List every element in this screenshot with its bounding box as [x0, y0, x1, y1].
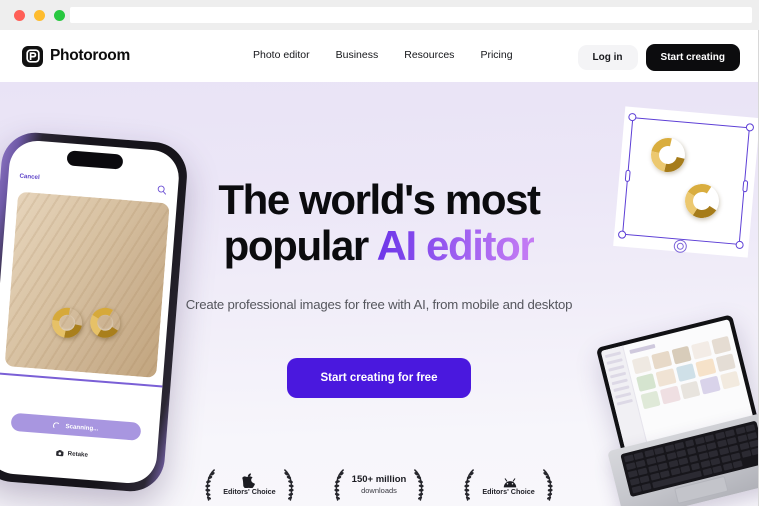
close-window-button[interactable] — [14, 9, 25, 21]
browser-titlebar — [0, 0, 759, 30]
resize-handle-left[interactable] — [624, 169, 631, 183]
phone-scanning-button[interactable]: Scanning... — [10, 412, 142, 441]
spinner-icon — [53, 421, 61, 430]
laptop-sidebar-row — [604, 351, 622, 359]
phone-body: Cancel Scanning... Retake — [0, 130, 190, 494]
award-content: Editors' Choice — [482, 473, 535, 497]
resize-handle-top-left[interactable] — [628, 112, 637, 122]
earring-right — [87, 304, 124, 341]
gallery-thumb — [640, 390, 661, 410]
laptop-sidebar-row — [608, 364, 625, 372]
award-downloads: 150+ million downloads — [331, 468, 428, 502]
award-label: Editors' Choice — [482, 487, 535, 497]
headline-accent: AI editor — [376, 222, 536, 269]
gallery-thumb — [695, 358, 716, 378]
login-button[interactable]: Log in — [577, 45, 638, 70]
gallery-thumb — [631, 355, 653, 375]
start-creating-for-free-button[interactable]: Start creating for free — [286, 358, 472, 398]
gallery-thumb — [680, 380, 701, 400]
laurel-right-icon — [282, 468, 297, 502]
phone-mockup: Cancel Scanning... Retake — [0, 130, 190, 494]
phone-photo-preview — [4, 191, 170, 378]
laurel-right-icon — [412, 468, 427, 502]
laptop-sidebar-row — [606, 358, 623, 365]
photoroom-logo-icon — [22, 45, 43, 67]
traffic-lights — [14, 9, 65, 21]
phone-retake-button[interactable]: Retake — [0, 438, 157, 469]
brand-logo[interactable]: Photoroom — [22, 45, 130, 67]
nav-link-photo-editor[interactable]: Photo editor — [253, 49, 310, 61]
laptop-sidebar-row — [611, 378, 628, 386]
awards-row: Editors' Choice 150+ million downloads E… — [0, 468, 758, 502]
nav-link-pricing[interactable]: Pricing — [480, 49, 512, 61]
minimize-window-button[interactable] — [34, 9, 45, 21]
start-creating-button[interactable]: Start creating — [645, 44, 740, 71]
award-android-editors-choice: Editors' Choice — [461, 468, 555, 502]
award-content: 150+ million downloads — [352, 474, 407, 497]
gallery-thumb — [699, 375, 721, 395]
resize-handle-right[interactable] — [741, 179, 748, 193]
phone-notch — [66, 150, 124, 170]
gallery-thumb — [660, 385, 681, 405]
laurel-left-icon — [331, 468, 346, 502]
android-icon — [502, 473, 516, 488]
phone-scanning-label: Scanning... — [65, 422, 99, 433]
laptop-gallery-heading — [629, 343, 656, 355]
search-icon[interactable] — [157, 181, 168, 195]
award-content: Editors' Choice — [223, 473, 276, 497]
gallery-thumb — [710, 335, 732, 355]
award-downloads-label: downloads — [361, 486, 397, 496]
headline-line-1: The world's most — [218, 176, 541, 223]
address-bar[interactable] — [70, 7, 752, 23]
laptop-sidebar-row — [614, 392, 632, 399]
phone-cancel-button[interactable]: Cancel — [19, 172, 40, 181]
browser-window: Photoroom Photo editor Business Resource… — [0, 0, 759, 506]
laptop-sidebar-row — [609, 371, 627, 379]
headline-line-2-prefix: popular — [223, 222, 377, 269]
nav-links: Photo editor Business Resources Pricing — [253, 49, 513, 61]
apple-icon — [242, 473, 256, 489]
phone-retake-label: Retake — [67, 449, 89, 459]
gallery-thumb — [651, 350, 673, 370]
earring-left — [46, 301, 88, 344]
site-navbar: Photoroom Photo editor Business Resource… — [0, 30, 758, 82]
laptop-sidebar-row — [616, 398, 633, 406]
gallery-thumb — [655, 368, 677, 387]
hero-subheading: Create professional images for free with… — [185, 297, 573, 312]
nav-link-resources[interactable]: Resources — [404, 49, 454, 61]
hero-section: Cancel Scanning... Retake The world's mo… — [0, 82, 758, 506]
phone-screen: Cancel Scanning... Retake — [0, 138, 181, 486]
maximize-window-button[interactable] — [54, 9, 65, 21]
award-label: Editors' Choice — [223, 487, 276, 497]
gallery-thumb — [671, 345, 692, 365]
laurel-right-icon — [541, 468, 556, 502]
gallery-thumb — [636, 373, 657, 392]
laurel-left-icon — [202, 468, 217, 502]
laurel-left-icon — [461, 468, 476, 502]
gallery-thumb — [691, 340, 712, 360]
selection-bounding-box[interactable] — [617, 112, 755, 254]
selection-overlay — [613, 106, 758, 258]
web-page: Photoroom Photo editor Business Resource… — [0, 30, 759, 506]
gallery-thumb — [719, 370, 741, 390]
camera-icon — [55, 443, 64, 462]
laptop-sidebar-row — [613, 385, 630, 393]
gallery-thumb — [675, 363, 697, 382]
nav-link-business[interactable]: Business — [336, 49, 379, 61]
brand-name: Photoroom — [50, 47, 130, 64]
nav-actions: Log in Start creating — [577, 44, 740, 71]
gallery-thumb — [715, 353, 736, 373]
award-apple-editors-choice: Editors' Choice — [202, 468, 296, 502]
award-downloads-count: 150+ million — [351, 473, 407, 485]
